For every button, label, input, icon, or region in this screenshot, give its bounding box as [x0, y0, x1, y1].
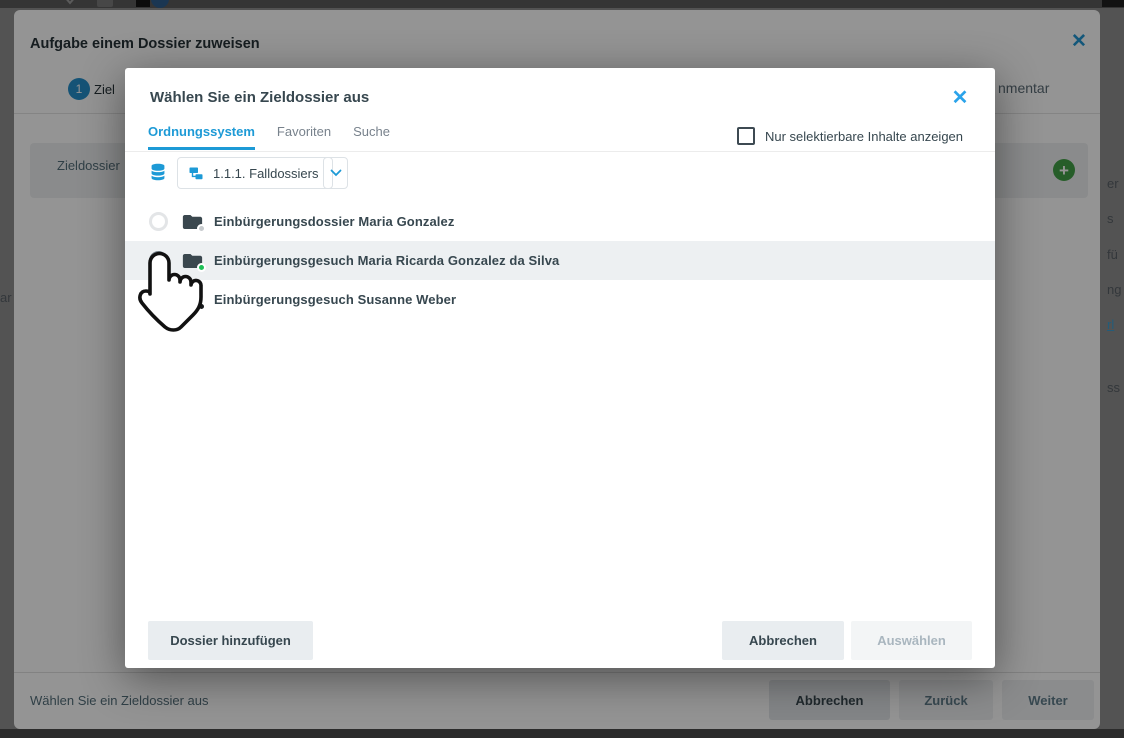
dossier-label: Einbürgerungsgesuch Susanne Weber [214, 292, 456, 307]
cancel-button[interactable]: Abbrechen [722, 621, 844, 660]
tab-bar: Ordnungssystem Favoriten Suche [148, 124, 390, 150]
list-item-dossier[interactable]: Einbürgerungsgesuch Susanne Weber [125, 280, 995, 319]
ordnungssystem-root-button[interactable] [145, 158, 171, 186]
breadcrumb-label: 1.1.1. Falldossiers [213, 166, 319, 181]
hierarchy-icon [188, 165, 204, 181]
screen: ar er s fü ng rl ss Aufgabe einem Dossie… [0, 0, 1124, 738]
tab-suche[interactable]: Suche [353, 124, 390, 150]
tab-favoriten[interactable]: Favoriten [277, 124, 331, 150]
breadcrumb-current-node[interactable]: 1.1.1. Falldossiers [177, 157, 333, 189]
hand-cursor-icon [134, 248, 210, 336]
select-target-dossier-modal: Wählen Sie ein Zieldossier aus ✕ Ordnung… [125, 68, 995, 668]
list-item-dossier[interactable]: Einbürgerungsgesuch Maria Ricarda Gonzal… [125, 241, 995, 280]
filter-checkbox-group[interactable]: Nur selektierbare Inhalte anzeigen [737, 127, 963, 145]
modal-title: Wählen Sie ein Zieldossier aus [150, 89, 369, 106]
status-dot [197, 224, 206, 233]
add-dossier-button[interactable]: Dossier hinzufügen [148, 621, 313, 660]
breadcrumb-dropdown-button[interactable] [323, 157, 348, 189]
dossier-list: Einbürgerungsdossier Maria Gonzalez Einb… [125, 202, 995, 319]
radio-unselected[interactable] [149, 212, 168, 231]
select-button-disabled[interactable]: Auswählen [851, 621, 972, 660]
dossier-label: Einbürgerungsdossier Maria Gonzalez [214, 214, 454, 229]
checkbox-unchecked[interactable] [737, 127, 755, 145]
checkbox-label: Nur selektierbare Inhalte anzeigen [765, 129, 963, 144]
dossier-label: Einbürgerungsgesuch Maria Ricarda Gonzal… [214, 253, 559, 268]
dossier-folder-icon [182, 213, 203, 231]
close-icon[interactable]: ✕ [945, 82, 975, 112]
divider [125, 151, 995, 152]
tab-ordnungssystem[interactable]: Ordnungssystem [148, 124, 255, 150]
chevron-down-icon [330, 169, 342, 177]
database-icon [147, 161, 169, 183]
list-item-dossier[interactable]: Einbürgerungsdossier Maria Gonzalez [125, 202, 995, 241]
